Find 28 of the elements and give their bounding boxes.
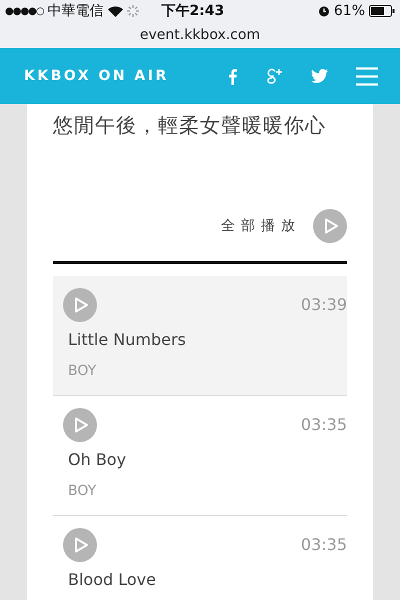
artist-name: BOY [68, 363, 98, 379]
track-duration: 03:39 [300, 294, 347, 314]
artist-name: BOY [68, 483, 98, 499]
track-title: Oh Boy [68, 450, 128, 469]
alarm-icon [318, 5, 330, 17]
battery-percentage: 61% [334, 3, 365, 19]
battery-icon [369, 5, 395, 17]
facebook-icon[interactable] [228, 68, 237, 84]
track-row[interactable]: 03:39 Little Numbers BOY [53, 276, 347, 396]
play-all-label[interactable]: 全部播放 [221, 217, 301, 235]
track-title: Little Numbers [68, 330, 187, 349]
menu-icon[interactable] [356, 66, 378, 86]
track-duration: 03:35 [300, 534, 347, 554]
play-icon[interactable] [313, 209, 347, 243]
signal-strength: ●●●●○ [5, 6, 44, 16]
play-icon[interactable] [63, 408, 97, 442]
play-icon[interactable] [63, 528, 97, 562]
carrier-name: 中華電信 [48, 2, 104, 20]
twitter-icon[interactable] [311, 69, 328, 83]
url-text[interactable]: event.kkbox.com [140, 27, 260, 43]
track-duration: 03:35 [300, 414, 347, 434]
clock-time: 下午2:43 [161, 2, 226, 20]
play-icon[interactable] [63, 288, 97, 322]
track-title: Blood Love [68, 570, 157, 589]
spinner-icon [126, 5, 139, 17]
google-plus-icon[interactable] [265, 67, 283, 85]
playlist-title: 悠閒午後，輕柔女聲暖暖你心 [53, 112, 327, 139]
wifi-icon [108, 6, 123, 16]
